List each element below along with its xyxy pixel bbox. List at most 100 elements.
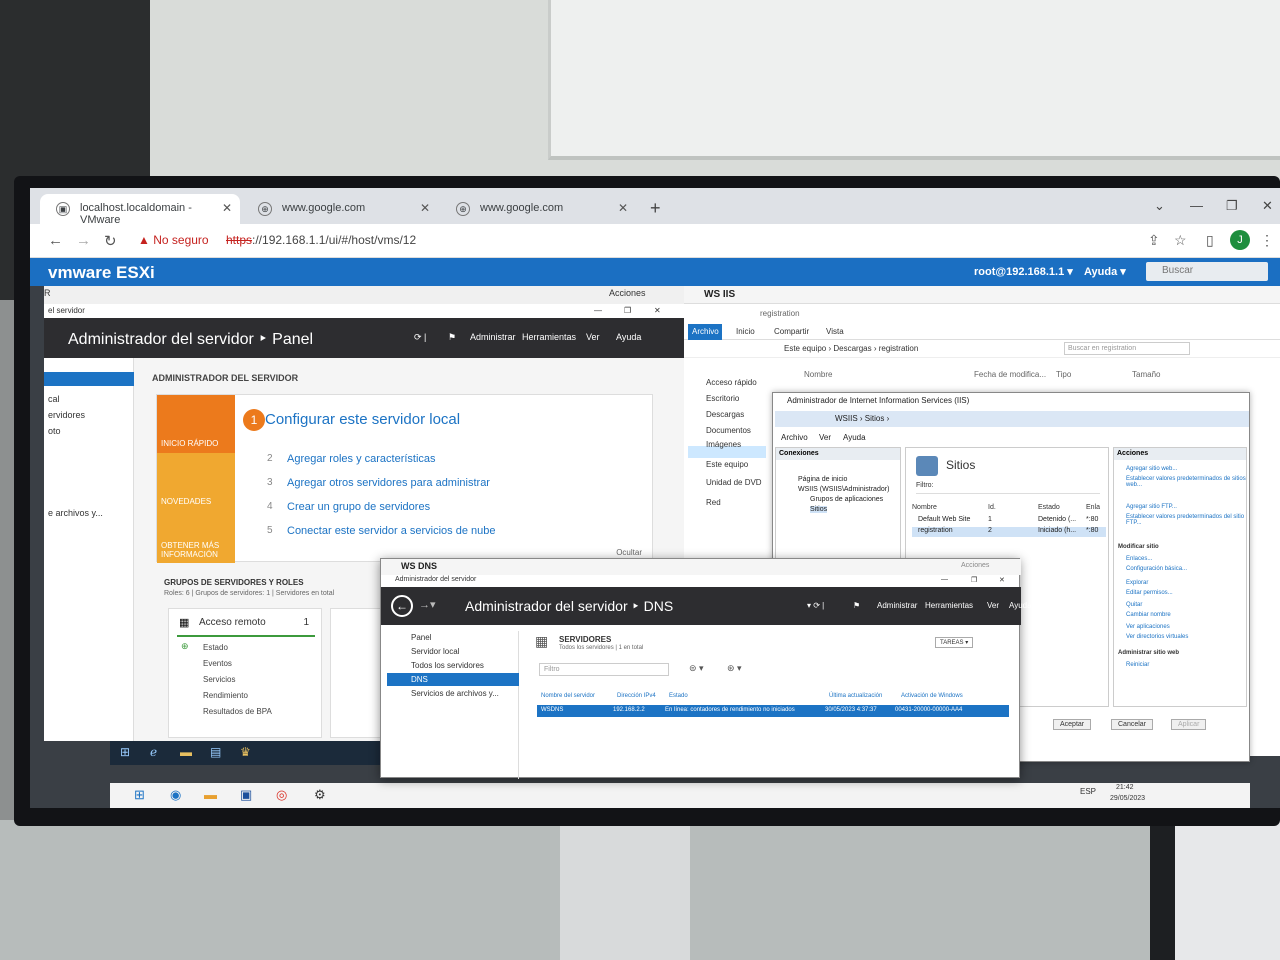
restore-icon[interactable]: ❐ (1226, 198, 1238, 214)
server-manager-icon[interactable]: ▤ (210, 745, 221, 759)
minimize-icon[interactable]: — (941, 576, 948, 583)
column-header[interactable]: Enla (1086, 504, 1100, 511)
share-icon[interactable]: ⇪ (1148, 232, 1160, 249)
configure-local-server-link[interactable]: Configurar este servidor local (265, 411, 460, 428)
action-link[interactable]: Agregar sitio web... (1126, 466, 1177, 472)
nav-item[interactable]: Escritorio (706, 394, 739, 403)
column-header[interactable]: Nombre del servidor (541, 693, 595, 699)
menu-administrar[interactable]: Administrar (470, 332, 516, 342)
column-header[interactable]: Id. (988, 504, 996, 511)
breadcrumb[interactable]: Este equipo › Descargas › registration (784, 344, 918, 353)
tile-item[interactable]: Resultados de BPA (203, 707, 272, 716)
tile-item[interactable]: Servicios (203, 675, 235, 684)
iis-menu-archivo[interactable]: Archivo (781, 433, 808, 442)
url-field[interactable]: https://192.168.1.1/ui/#/host/vms/12 (226, 233, 416, 247)
add-servers-link[interactable]: Agregar otros servidores para administra… (287, 477, 490, 489)
ribbon-vista[interactable]: Vista (826, 327, 844, 336)
security-warning[interactable]: ▲ No seguro (138, 233, 209, 247)
column-header[interactable]: Fecha de modifica... (974, 370, 1046, 379)
action-link[interactable]: Enlaces... (1126, 556, 1152, 562)
user-menu[interactable]: root@192.168.1.1 ▾ (974, 265, 1073, 278)
ok-button[interactable]: Aceptar (1053, 719, 1092, 730)
help-menu[interactable]: Ayuda ▾ (1084, 265, 1126, 278)
back-icon[interactable]: ← (48, 232, 63, 249)
action-link[interactable]: Editar permisos... (1126, 590, 1173, 596)
notifications-flag-icon[interactable]: ⚑ (448, 332, 456, 343)
quickstart-box[interactable]: INICIO RÁPIDO (157, 395, 235, 453)
tree-item-selected[interactable]: Sitios (810, 506, 828, 513)
bookmark-star-icon[interactable]: ☆ (1174, 232, 1187, 249)
reload-icon[interactable]: ↻ (104, 232, 117, 250)
restore-icon[interactable]: ❐ (624, 306, 631, 315)
notifications-flag-icon[interactable]: ⚑ (853, 601, 860, 610)
action-link[interactable]: Configuración básica... (1126, 566, 1187, 572)
esxi-search-input[interactable]: Buscar (1146, 262, 1268, 281)
hide-link[interactable]: Ocultar (616, 548, 642, 557)
action-link[interactable]: Establecer valores predeterminados del s… (1126, 514, 1246, 526)
vm3-console[interactable]: WS DNS Acciones Administrador del servid… (380, 558, 1032, 779)
iis-address-bar[interactable]: WSIIS › Sitios › (775, 411, 1249, 427)
filter-options-icon[interactable]: ⊛ ▾ (727, 663, 742, 674)
settings-gear-icon[interactable]: ⚙ (314, 787, 326, 803)
refresh-icon[interactable]: ▾ ⟳ | (807, 601, 824, 610)
sidebar-item[interactable]: cal (48, 394, 60, 404)
tile-item[interactable]: Rendimiento (203, 691, 248, 700)
ribbon-compartir[interactable]: Compartir (774, 327, 809, 336)
action-link[interactable]: Agregar sitio FTP... (1126, 504, 1177, 510)
sites-filter[interactable]: Filtro: (916, 482, 1100, 494)
taskview-icon[interactable]: ⊞ (120, 745, 130, 759)
profile-avatar[interactable]: J (1230, 230, 1250, 250)
nav-item[interactable]: Descargas (706, 410, 744, 419)
restart-link[interactable]: Reiniciar (1126, 662, 1149, 668)
menu-ver[interactable]: Ver (987, 601, 999, 610)
explorer-search-input[interactable]: Buscar en registration (1064, 342, 1190, 355)
vm3-actions[interactable]: Acciones (961, 562, 989, 569)
action-link[interactable]: Ver directorios virtuales (1126, 634, 1188, 640)
action-link[interactable]: Quitar (1126, 602, 1142, 608)
menu-herramientas[interactable]: Herramientas (522, 332, 576, 342)
column-header[interactable]: Estado (669, 693, 688, 699)
cancel-button[interactable]: Cancelar (1111, 719, 1154, 730)
nav-item[interactable]: Este equipo (706, 460, 748, 469)
table-row[interactable]: Default Web Site 1 Detenido (... *:80 (912, 516, 1106, 526)
clock-time[interactable]: 21:42 (1116, 784, 1134, 791)
refresh-icon[interactable]: ⟳ | (414, 332, 426, 343)
iis-menu-ayuda[interactable]: Ayuda (843, 433, 866, 442)
nav-item[interactable]: Unidad de DVD (706, 478, 762, 487)
sidebar-item-panel[interactable]: Panel (411, 633, 431, 642)
minimize-icon[interactable]: — (1190, 198, 1203, 213)
connect-cloud-link[interactable]: Conectar este servidor a servicios de nu… (287, 525, 496, 537)
column-header[interactable]: Tamaño (1132, 370, 1160, 379)
tree-item[interactable]: Página de inicio (798, 476, 847, 483)
add-roles-link[interactable]: Agregar roles y características (287, 453, 436, 465)
iis-menu-ver[interactable]: Ver (819, 433, 831, 442)
column-header[interactable]: Nombre (804, 370, 832, 379)
nav-item[interactable]: Imágenes (706, 440, 741, 449)
table-row-selected[interactable]: registration 2 Iniciado (h... *:80 (912, 527, 1106, 537)
ribbon-inicio[interactable]: Inicio (736, 327, 755, 336)
sidebar-item[interactable]: oto (48, 426, 61, 436)
sidebar-item-file-services[interactable]: Servicios de archivos y... (411, 689, 499, 698)
tab-vmware[interactable]: ▣ localhost.localdomain - VMware ✕ (40, 194, 240, 226)
remote-access-tile[interactable]: ▦ Acceso remoto 1 ⊕ Estado Eventos Servi… (168, 608, 322, 738)
menu-ver[interactable]: Ver (586, 332, 600, 342)
apply-button[interactable]: Aplicar (1171, 719, 1207, 730)
sidebar-selected-item[interactable] (44, 372, 134, 386)
close-window-icon[interactable]: ✕ (999, 576, 1005, 584)
back-arrow-icon[interactable]: ← (391, 595, 413, 617)
column-header[interactable]: Última actualización (829, 693, 882, 699)
nav-item[interactable]: Documentos (706, 426, 751, 435)
column-header[interactable]: Activación de Windows (901, 693, 963, 699)
sidebar-item-local-server[interactable]: Servidor local (411, 647, 459, 656)
column-header[interactable]: Nombre (912, 504, 937, 511)
table-row-selected[interactable]: WSDNS 192.168.2.2 En línea: contadores d… (537, 705, 1009, 717)
create-group-link[interactable]: Crear un grupo de servidores (287, 501, 430, 513)
column-header[interactable]: Tipo (1056, 370, 1071, 379)
close-tab-icon[interactable]: ✕ (618, 201, 628, 215)
action-link[interactable]: Explorar (1126, 580, 1148, 586)
tree-item[interactable]: WSIIS (WSIIS\Administrador) (798, 486, 889, 493)
learn-more-box[interactable]: OBTENER MÁS INFORMACIÓN (157, 509, 235, 563)
menu-ayuda[interactable]: Ayuda (616, 332, 641, 342)
windows-start-icon[interactable]: ⊞ (134, 787, 145, 803)
action-link[interactable]: Establecer valores predeterminados de si… (1126, 476, 1246, 488)
